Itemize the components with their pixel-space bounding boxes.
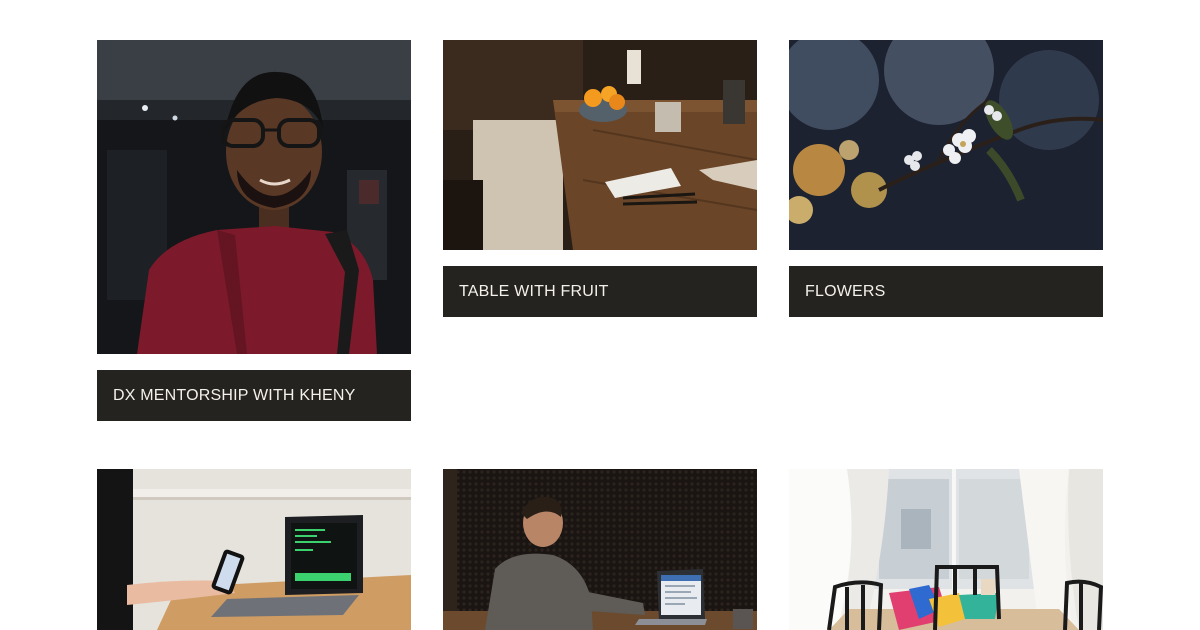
card-caption[interactable]: FLOWERS [789,266,1103,317]
man-laptop-photo[interactable] [443,469,757,630]
flowers-photo[interactable] [789,40,1103,250]
dining-room-photo[interactable] [789,469,1103,630]
table-photo[interactable] [443,40,757,250]
gallery-card[interactable] [443,469,757,630]
gallery-card[interactable] [97,469,411,630]
gallery-card[interactable]: DX MENTORSHIP WITH KHENY [97,40,411,421]
laptop-phone-photo[interactable] [97,469,411,630]
card-caption[interactable]: DX MENTORSHIP WITH KHENY [97,370,411,421]
gallery-card[interactable] [789,469,1103,630]
portrait-photo[interactable] [97,40,411,354]
card-caption[interactable]: TABLE WITH FRUIT [443,266,757,317]
gallery-card[interactable]: FLOWERS [789,40,1103,317]
gallery-card[interactable]: TABLE WITH FRUIT [443,40,757,317]
photo-gallery: DX MENTORSHIP WITH KHENY TABLE WITH FRUI… [0,0,1200,630]
